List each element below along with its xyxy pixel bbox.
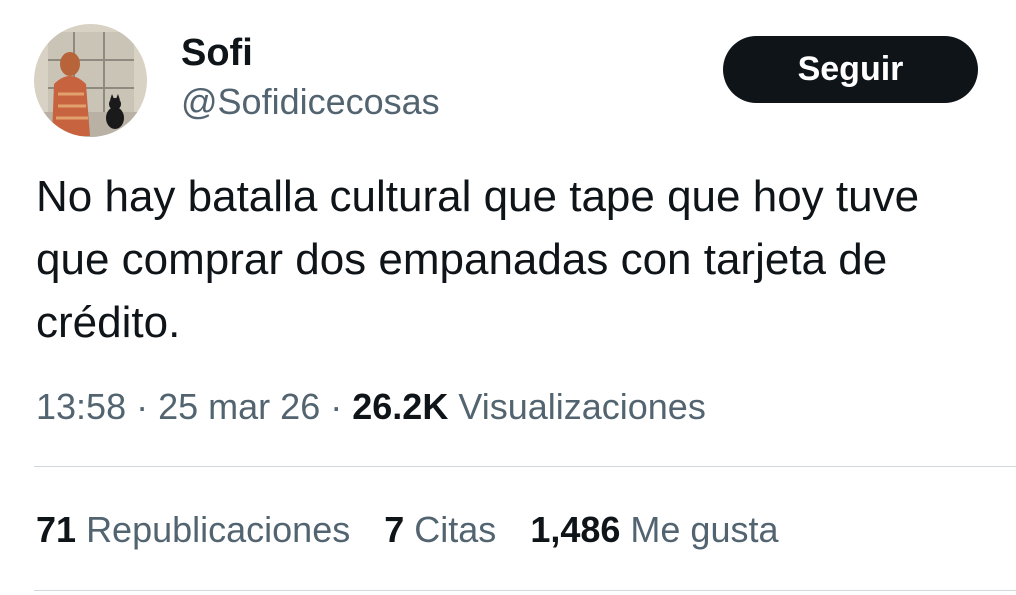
likes-label: Me gusta — [630, 509, 779, 550]
author-handle[interactable]: @Sofidicecosas — [181, 80, 440, 124]
reposts-stat[interactable]: 71 Republicaciones — [36, 506, 350, 554]
meta-separator: · — [136, 386, 149, 427]
divider — [34, 466, 1016, 467]
views-count: 26.2K — [352, 386, 449, 427]
reposts-label: Republicaciones — [86, 509, 351, 550]
tweet-card: Sofi @Sofidicecosas Seguir No hay batall… — [0, 0, 1016, 595]
tweet-meta: 13:58 · 25 mar 26 · 26.2K Visualizacione… — [36, 383, 706, 431]
meta-separator: · — [330, 386, 343, 427]
engagement-stats: 71 Republicaciones 7 Citas 1,486 Me gust… — [36, 506, 779, 554]
views-label: Visualizaciones — [458, 386, 706, 427]
tweet-time[interactable]: 13:58 — [36, 386, 126, 427]
quotes-stat[interactable]: 7 Citas — [384, 506, 496, 554]
tweet-date[interactable]: 25 mar 26 — [158, 386, 320, 427]
author-display-name[interactable]: Sofi — [181, 30, 253, 76]
profile-photo-icon — [34, 24, 147, 137]
quotes-count: 7 — [384, 509, 405, 550]
likes-stat[interactable]: 1,486 Me gusta — [530, 506, 778, 554]
avatar[interactable] — [34, 24, 147, 137]
follow-button[interactable]: Seguir — [723, 36, 978, 103]
likes-count: 1,486 — [530, 509, 621, 550]
quotes-label: Citas — [414, 509, 497, 550]
divider — [34, 590, 1016, 591]
reposts-count: 71 — [36, 509, 77, 550]
tweet-text: No hay batalla cultural que tape que hoy… — [36, 172, 920, 347]
